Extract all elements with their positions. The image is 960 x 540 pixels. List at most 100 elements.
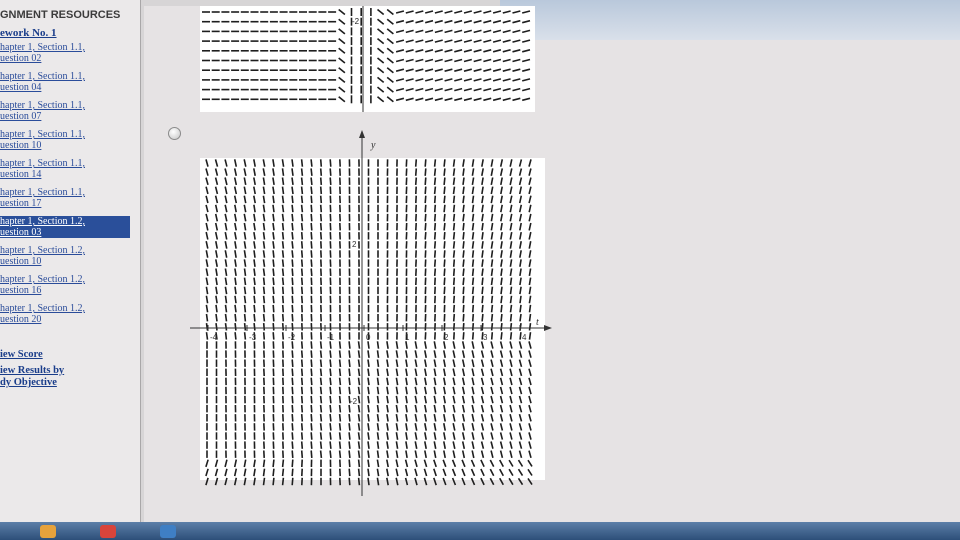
slope-segment (376, 341, 380, 349)
slope-segment (319, 186, 323, 195)
y-tick-label-2: 2 (352, 240, 357, 249)
slope-segment (281, 204, 285, 213)
slope-segment (462, 195, 465, 204)
taskbar-browser-icon[interactable] (100, 525, 116, 538)
question-link-7[interactable]: hapter 1, Section 1.2, uestion 03 (0, 216, 130, 238)
slope-segment (272, 204, 275, 213)
slope-segment (300, 441, 304, 449)
slope-segment (300, 250, 304, 258)
question-link-4[interactable]: hapter 1, Section 1.1, uestion 10 (0, 129, 130, 151)
question-link-section: hapter 1, Section 1.1, (0, 187, 85, 198)
slope-segment (509, 313, 513, 322)
slope-segment (253, 286, 256, 295)
slope-segment (357, 341, 361, 349)
taskbar-app-icon[interactable] (160, 525, 176, 538)
slope-segment (319, 386, 323, 395)
slope-segment (528, 304, 532, 313)
slope-segment (424, 232, 427, 240)
slope-segment (471, 241, 475, 249)
slope-segment (490, 295, 494, 304)
view-results-link[interactable]: iew Results by dy Objective (0, 365, 140, 389)
slope-segment (424, 222, 427, 231)
slope-segment (253, 277, 256, 286)
slope-segment (367, 341, 370, 349)
question-link-2[interactable]: hapter 1, Section 1.1, uestion 04 (0, 71, 130, 93)
slope-segment (509, 323, 513, 331)
slope-segment (291, 450, 294, 458)
slope-segment (291, 313, 294, 322)
slope-segment (357, 423, 361, 431)
slope-segment (291, 186, 294, 195)
question-link-section: hapter 1, Section 1.1, (0, 100, 85, 111)
slope-segment (338, 359, 342, 367)
slope-segment (338, 386, 342, 395)
question-link-6[interactable]: hapter 1, Section 1.1, uestion 17 (0, 187, 130, 209)
slope-segment (452, 304, 456, 313)
slope-segment (281, 295, 285, 304)
slope-segment (357, 432, 361, 440)
slope-segment (262, 222, 266, 231)
question-link-3[interactable]: hapter 1, Section 1.1, uestion 07 (0, 100, 130, 122)
slope-segment (490, 304, 494, 313)
slope-segment (281, 277, 285, 286)
slope-segment (272, 195, 275, 204)
slope-segment (329, 341, 332, 349)
slope-segment (500, 295, 503, 304)
answer-choice-radio[interactable] (168, 127, 181, 140)
view-results-line2: dy Objective (0, 377, 57, 388)
t-axis-arrow (544, 325, 552, 331)
question-link-section: hapter 1, Section 1.1, (0, 129, 85, 140)
view-score-link[interactable]: iew Score (0, 349, 140, 361)
slope-segment (414, 159, 418, 167)
slope-segment (272, 286, 275, 295)
slope-segment (443, 213, 446, 222)
slope-segment (310, 232, 313, 240)
slope-segment (443, 241, 446, 249)
slope-segment (262, 231, 266, 240)
slope-segment (348, 341, 351, 349)
slope-segment (433, 177, 437, 185)
slope-segment (452, 268, 456, 276)
slope-segment (462, 186, 465, 195)
slope-segment (310, 423, 313, 431)
slope-segment (310, 186, 313, 195)
slope-segment (338, 341, 342, 349)
slope-segment (462, 259, 465, 267)
slope-segment (281, 241, 285, 249)
question-link-section: hapter 1, Section 1.1, (0, 42, 85, 53)
slope-segment (319, 341, 323, 349)
question-link-9[interactable]: hapter 1, Section 1.2, uestion 16 (0, 274, 130, 296)
slope-segment (281, 286, 285, 295)
slope-segment (319, 177, 323, 185)
t-axis-tick-label: -2 (288, 333, 296, 342)
slope-segment (262, 332, 266, 340)
slope-segment (291, 250, 294, 258)
slope-segment (481, 241, 484, 249)
slope-segment (443, 250, 446, 258)
question-link-8[interactable]: hapter 1, Section 1.2, uestion 10 (0, 245, 130, 267)
slope-segment (291, 368, 294, 377)
slope-segment (310, 368, 313, 377)
slope-segment (500, 286, 503, 295)
slope-segment (462, 313, 465, 322)
slope-segment (234, 277, 237, 286)
homework-title-link[interactable]: ework No. 1 (0, 27, 140, 39)
question-link-10[interactable]: hapter 1, Section 1.2, uestion 20 (0, 303, 130, 325)
taskbar-folder-icon[interactable] (40, 525, 56, 538)
slope-segment (291, 441, 294, 449)
question-link-5[interactable]: hapter 1, Section 1.1, uestion 14 (0, 158, 130, 180)
slope-segment (272, 459, 275, 468)
slope-segment (376, 359, 380, 368)
question-link-1[interactable]: hapter 1, Section 1.1, uestion 02 (0, 42, 130, 64)
slope-segment (272, 213, 275, 222)
slope-segment (519, 313, 522, 322)
slope-segment (433, 232, 437, 240)
y-axis-label: y (370, 140, 376, 151)
slope-segment (443, 186, 446, 195)
slope-segment (310, 386, 313, 395)
slope-segment (452, 213, 456, 222)
slope-segment (243, 277, 247, 286)
question-nav-list: hapter 1, Section 1.1, uestion 02 hapter 1… (0, 42, 140, 325)
slope-segment (319, 441, 323, 449)
slope-segment (452, 323, 456, 331)
